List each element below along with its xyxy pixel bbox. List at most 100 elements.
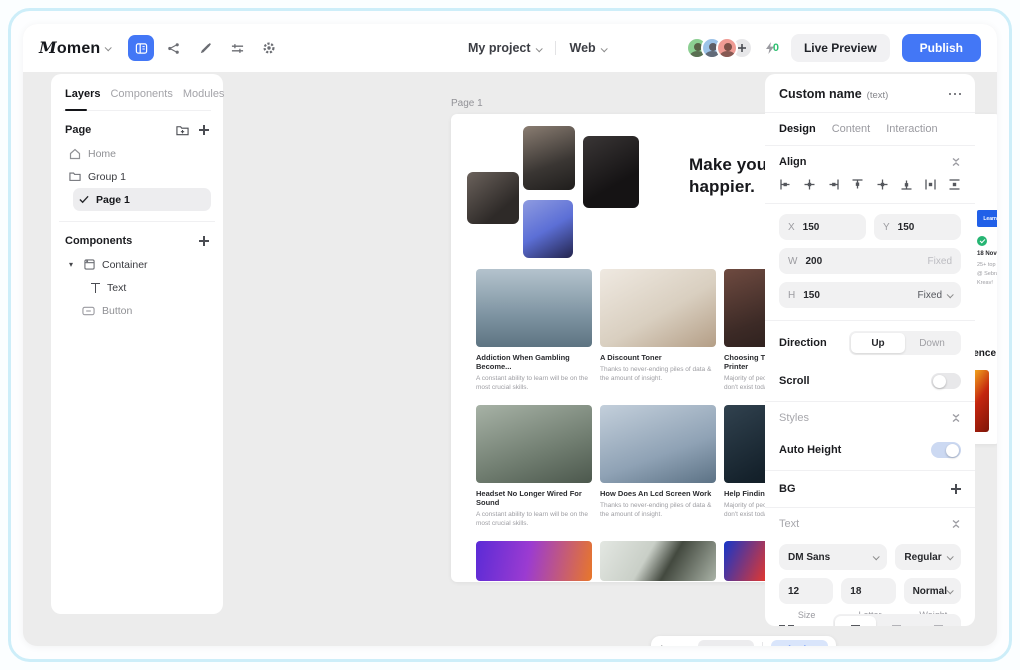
app-logo[interactable]: Momen	[39, 38, 100, 58]
direction-down-option[interactable]: Down	[905, 333, 959, 353]
chevron-down-icon	[947, 291, 954, 298]
live-preview-button[interactable]: Live Preview	[791, 34, 890, 62]
height-mode-dropdown[interactable]: Fixed	[918, 290, 952, 301]
hero-photo-1[interactable]	[467, 172, 519, 224]
add-bg-icon[interactable]	[951, 484, 961, 494]
align-center-vertical-icon[interactable]	[876, 178, 889, 191]
text-align-left-option[interactable]	[835, 616, 876, 626]
width-mode[interactable]: Fixed	[928, 256, 952, 267]
layers-panel-toggle-button[interactable]	[128, 35, 154, 61]
collapse-icon[interactable]	[951, 518, 961, 530]
more-menu-icon[interactable]	[949, 93, 962, 96]
auto-height-toggle[interactable]	[931, 442, 961, 458]
share-nodes-button[interactable]	[160, 35, 186, 61]
align-left-icon[interactable]	[779, 178, 792, 191]
tab-interaction[interactable]: Interaction	[886, 123, 937, 135]
canvas-toolbar: 100% Display	[651, 636, 836, 646]
field-label: Y	[883, 222, 890, 233]
card-image-camera	[600, 405, 716, 483]
text-align-row-clipped	[779, 614, 961, 626]
pen-tool-button[interactable]	[192, 35, 218, 61]
direction-up-option[interactable]: Up	[851, 333, 905, 353]
sidebar-item-page1[interactable]: Page 1	[73, 188, 211, 211]
sidebar-item-button[interactable]: Button	[76, 299, 211, 322]
components-section-header: Components	[65, 235, 209, 247]
card-image-headphones	[600, 269, 716, 347]
element-name[interactable]: Custom name	[779, 87, 862, 101]
font-style-value: Regular	[904, 552, 941, 563]
width-field[interactable]: W 200 Fixed	[779, 248, 961, 274]
avatar[interactable]	[716, 37, 738, 59]
scroll-toggle[interactable]	[931, 373, 961, 389]
item-label: Page 1	[96, 194, 130, 206]
publish-button[interactable]: Publish	[902, 34, 981, 62]
collapse-icon[interactable]	[951, 156, 961, 168]
height-field[interactable]: H 150 Fixed	[779, 282, 961, 308]
font-family-value: DM Sans	[788, 552, 830, 563]
align-center-horizontal-icon[interactable]	[803, 178, 816, 191]
display-button[interactable]: Display	[771, 640, 828, 646]
add-group-icon[interactable]	[176, 124, 189, 136]
field-value: 150	[803, 290, 820, 301]
font-family-dropdown[interactable]: DM Sans	[779, 544, 887, 570]
align-top-icon[interactable]	[851, 178, 864, 191]
play-icon[interactable]	[659, 644, 670, 646]
tab-design[interactable]: Design	[779, 123, 816, 135]
add-component-icon[interactable]	[199, 236, 209, 246]
gear-button[interactable]	[256, 35, 282, 61]
align-bottom-icon[interactable]	[900, 178, 913, 191]
hero-photo-2[interactable]	[523, 126, 575, 190]
artboard1-label[interactable]: Page 1	[451, 98, 483, 109]
learn-more-button[interactable]: Learn more	[977, 210, 997, 227]
text-align-mini-icon	[779, 625, 794, 626]
font-weight-value: Normal	[913, 586, 947, 597]
settings-sliders-button[interactable]	[224, 35, 250, 61]
text-align-right-option[interactable]	[918, 616, 959, 626]
font-style-dropdown[interactable]: Regular	[895, 544, 961, 570]
direction-row: Direction Up Down	[765, 321, 975, 363]
distribute-horizontal-icon[interactable]	[924, 178, 937, 191]
direction-segmented-control: Up Down	[849, 331, 961, 355]
height-row: H 150 Fixed	[765, 278, 975, 320]
hand-tool-icon[interactable]	[678, 644, 690, 647]
sidebar-item-home[interactable]: Home	[63, 142, 211, 165]
article-card[interactable]	[476, 541, 592, 581]
tab-components[interactable]: Components	[110, 88, 172, 100]
y-position-field[interactable]: Y 150	[874, 214, 961, 240]
tab-modules[interactable]: Modules	[183, 88, 225, 100]
font-size-field[interactable]: 12	[779, 578, 833, 604]
letter-spacing-field[interactable]: 18	[841, 578, 895, 604]
text-align-center-option[interactable]	[876, 616, 917, 626]
article-card[interactable]	[600, 541, 716, 581]
hero-photo-4[interactable]	[523, 200, 573, 258]
item-label: Home	[88, 148, 116, 160]
sidebar-item-container[interactable]: ▾ Container	[63, 253, 211, 276]
tab-layers[interactable]: Layers	[65, 88, 100, 100]
logo-chevron-down-icon[interactable]	[105, 44, 112, 51]
sidebar-item-group1[interactable]: Group 1	[63, 165, 211, 188]
card-image-phone-app	[600, 541, 716, 581]
align-right-icon[interactable]	[827, 178, 840, 191]
project-name: My project	[468, 41, 531, 55]
collapse-icon[interactable]	[951, 412, 961, 424]
project-dropdown[interactable]: My project	[468, 41, 541, 55]
inspector-panel: Custom name (text) Design Content Intera…	[765, 74, 975, 626]
expand-triangle-icon[interactable]: ▾	[69, 260, 77, 269]
article-card[interactable]: Headset No Longer Wired For Sound A cons…	[476, 405, 592, 528]
zoom-value: 100%	[706, 645, 732, 647]
x-position-field[interactable]: X 150	[779, 214, 866, 240]
hero-photo-3[interactable]	[583, 136, 639, 208]
tab-content[interactable]: Content	[832, 123, 871, 135]
article-card[interactable]: Addiction When Gambling Become... A cons…	[476, 269, 592, 392]
card-image-vr-headset	[476, 541, 592, 581]
font-weight-dropdown[interactable]: Normal	[904, 578, 961, 604]
distribute-vertical-icon[interactable]	[948, 178, 961, 191]
article-card[interactable]: How Does An Lcd Screen Work Thanks to ne…	[600, 405, 716, 528]
article-card[interactable]: A Discount Toner Thanks to never-ending …	[600, 269, 716, 392]
sidebar-item-text[interactable]: Text	[85, 276, 211, 299]
add-page-icon[interactable]	[199, 125, 209, 135]
event-desc: 25+ top notch speakers @ Sebrastudio Gal…	[977, 261, 997, 287]
credits-indicator[interactable]: 0	[765, 42, 779, 54]
zoom-dropdown[interactable]: 100%	[698, 640, 754, 646]
platform-dropdown[interactable]: Web	[570, 41, 606, 55]
